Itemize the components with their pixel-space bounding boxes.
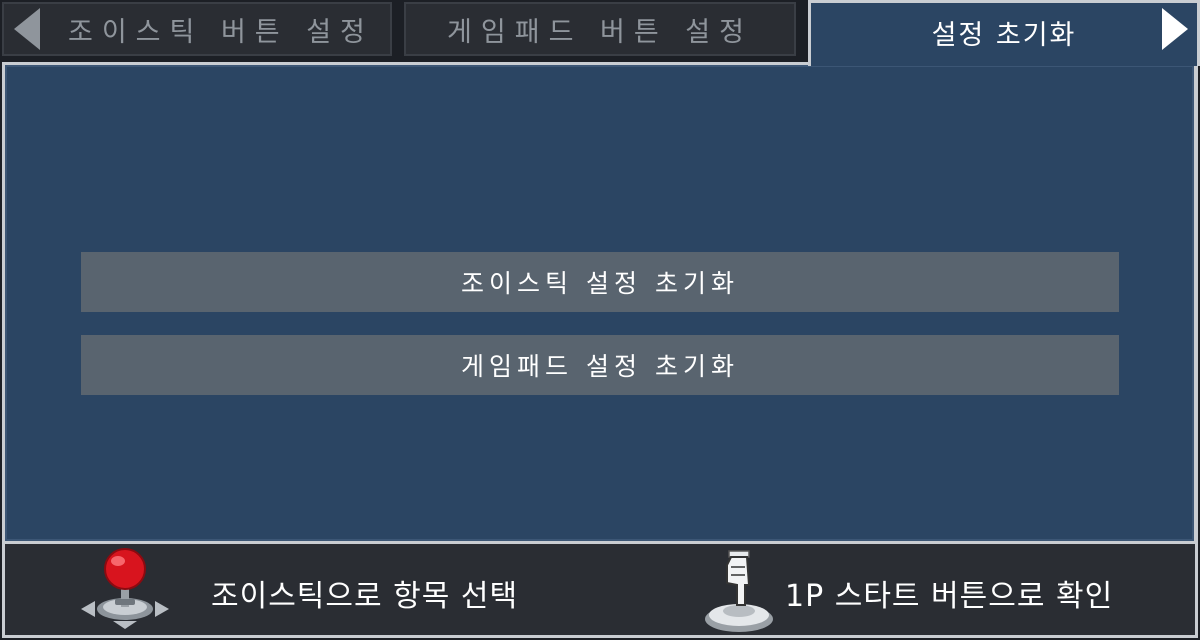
main-panel: 조이스틱 설정 초기화 게임패드 설정 초기화 [2, 62, 1198, 544]
help-select-text: 조이스틱으로 항목 선택 [211, 579, 519, 614]
tab-joystick-button-settings[interactable]: 조이스틱 버튼 설정 [2, 2, 392, 56]
reset-gamepad-settings-button[interactable]: 게임패드 설정 초기화 [81, 335, 1119, 395]
tab-label: 설정 초기화 [931, 20, 1077, 51]
triangle-right-icon[interactable] [1162, 8, 1188, 50]
tab-gamepad-button-settings[interactable]: 게임패드 버튼 설정 [404, 2, 796, 56]
tab-label: 조이스틱 버튼 설정 [68, 16, 374, 48]
joystick-icon [81, 548, 169, 629]
start-button-press-icon [705, 550, 773, 632]
reset-joystick-settings-button[interactable]: 조이스틱 설정 초기화 [81, 252, 1119, 312]
help-confirm-text: 1P 스타트 버튼으로 확인 [785, 579, 1114, 614]
tab-reset-settings[interactable]: 설정 초기화 [808, 0, 1200, 66]
menu-item-label: 게임패드 설정 초기화 [461, 352, 739, 381]
tab-label: 게임패드 버튼 설정 [447, 16, 753, 48]
menu-item-label: 조이스틱 설정 초기화 [461, 269, 739, 298]
settings-screen: 조이스틱 버튼 설정 게임패드 버튼 설정 설정 초기화 조이스틱 설정 초기화… [0, 0, 1200, 640]
help-bar: 조이스틱으로 항목 선택 1P 스타트 버튼으로 확인 [2, 541, 1198, 638]
triangle-left-icon[interactable] [14, 8, 40, 50]
